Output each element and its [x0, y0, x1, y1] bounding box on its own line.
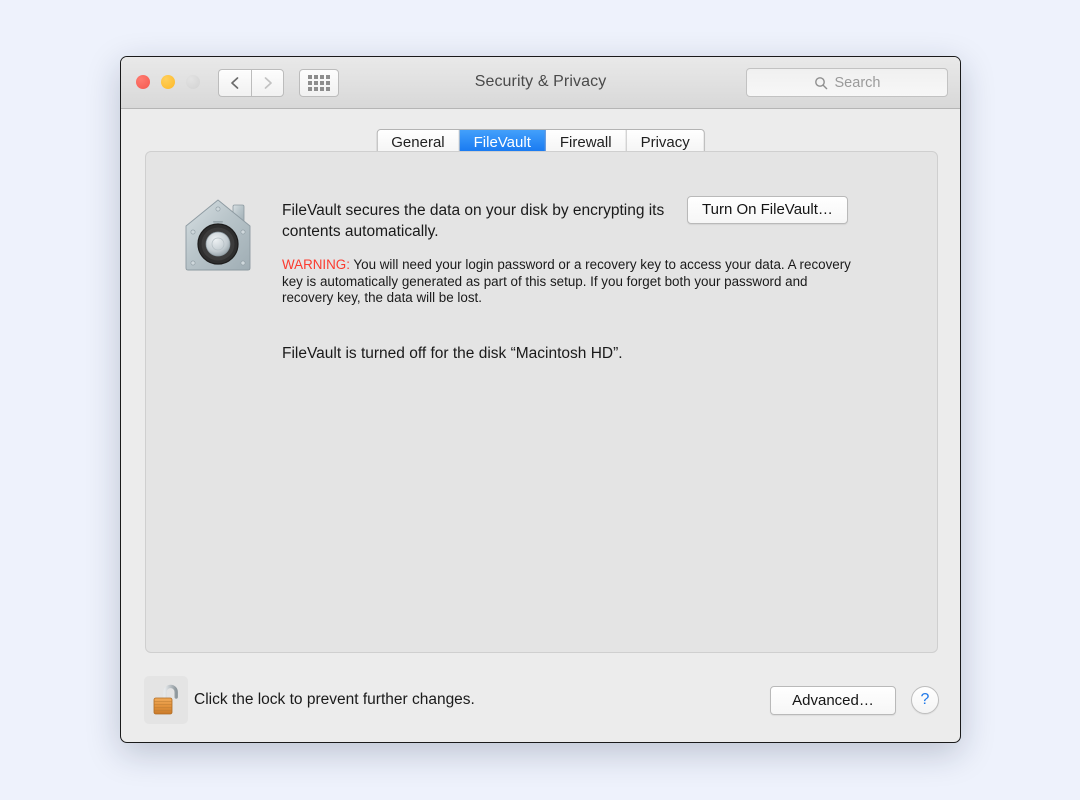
warning-label: WARNING: — [282, 257, 350, 272]
filevault-warning: WARNING: You will need your login passwo… — [282, 257, 862, 307]
filevault-panel: FileVault secures the data on your disk … — [145, 151, 938, 653]
lock-hint-text: Click the lock to prevent further change… — [194, 691, 475, 708]
unlocked-padlock-icon — [153, 684, 178, 715]
filevault-description: FileVault secures the data on your disk … — [282, 202, 665, 240]
turn-on-filevault-button[interactable]: Turn On FileVault… — [687, 196, 848, 224]
search-input[interactable]: Search — [746, 68, 948, 97]
search-placeholder: Search — [834, 74, 881, 91]
lock-button[interactable] — [144, 676, 188, 724]
advanced-button[interactable]: Advanced… — [770, 686, 896, 715]
window-titlebar: Security & Privacy Search — [121, 57, 960, 109]
help-button[interactable]: ? — [911, 686, 939, 714]
warning-text: You will need your login password or a r… — [282, 257, 851, 305]
filevault-safe-icon — [185, 199, 251, 271]
filevault-status: FileVault is turned off for the disk “Ma… — [282, 345, 623, 362]
system-preferences-window: Security & Privacy Search General FileVa… — [120, 56, 961, 743]
search-icon — [814, 76, 828, 90]
tab-bar-container: General FileVault Firewall Privacy — [121, 109, 960, 157]
